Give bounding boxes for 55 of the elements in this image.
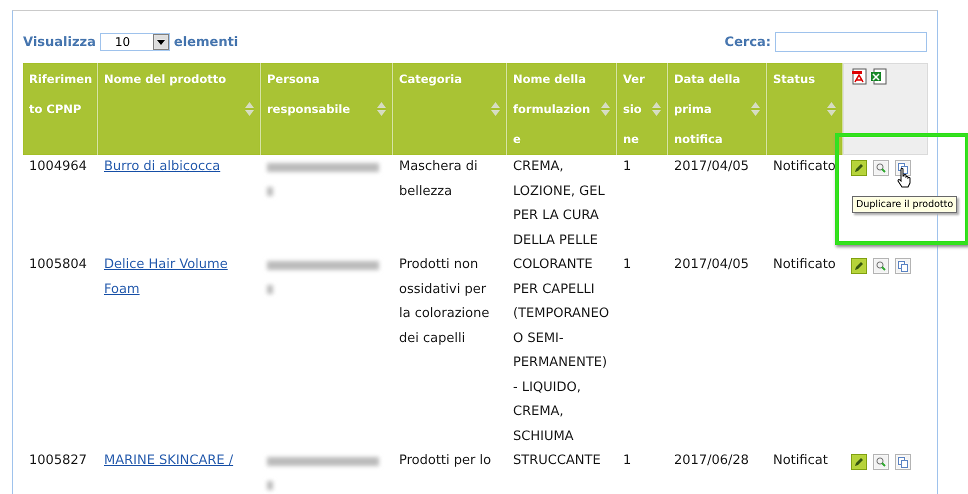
redacted-text bbox=[267, 285, 273, 294]
redacted-text bbox=[267, 481, 273, 490]
copy-icon bbox=[898, 260, 908, 272]
status-cell-text: Notificato bbox=[772, 256, 837, 274]
pencil-icon bbox=[854, 261, 864, 271]
edit-button[interactable] bbox=[851, 258, 867, 274]
magnifier-icon bbox=[876, 457, 886, 467]
column-header[interactable]: Categoria bbox=[393, 63, 507, 155]
product-link[interactable]: Delice Hair Volume Foam bbox=[104, 253, 255, 302]
spreadsheet-icon[interactable] bbox=[871, 68, 887, 85]
view-button[interactable] bbox=[873, 454, 889, 470]
copy-icon bbox=[898, 456, 908, 468]
category-cell-text: Maschera di bellezza bbox=[398, 158, 479, 200]
status-cell-text: Notificat bbox=[772, 452, 829, 470]
entries-label: elementi bbox=[174, 34, 238, 50]
edit-button[interactable] bbox=[851, 160, 867, 176]
magnifier-icon bbox=[876, 261, 886, 271]
product-link[interactable]: Burro di albicocca bbox=[104, 155, 220, 180]
search-field[interactable] bbox=[775, 32, 927, 52]
column-header[interactable]: Data della prima notifica bbox=[668, 63, 767, 155]
pdf-icon[interactable] bbox=[852, 68, 868, 85]
version-cell-text: 1 bbox=[622, 452, 632, 470]
show-label: Visualizza bbox=[23, 34, 96, 50]
hand-cursor-icon bbox=[897, 168, 911, 188]
page-size-select[interactable]: 10 bbox=[100, 33, 170, 51]
search-label: Cerca: bbox=[724, 34, 771, 50]
column-header[interactable]: Riferimento CPNP bbox=[23, 63, 98, 155]
tooltip: Duplicare il prodotto bbox=[852, 196, 958, 213]
redacted-text bbox=[267, 187, 273, 196]
column-header[interactable]: Nome del prodotto bbox=[98, 63, 261, 155]
column-header[interactable]: Versione bbox=[617, 63, 668, 155]
status-cell-text: Notificato bbox=[772, 158, 837, 176]
column-header[interactable]: Persona responsabile bbox=[261, 63, 393, 155]
product-link[interactable]: MARINE SKINCARE / bbox=[104, 449, 234, 474]
view-button[interactable] bbox=[873, 160, 889, 176]
reference-cell-text: 1004964 bbox=[28, 158, 88, 176]
formulation-cell-text: COLORANTE PER CAPELLI (TEMPORANEO O SEMI-PERMANENTE) - LIQUIDO, CREMA, SCHIUMA bbox=[512, 256, 610, 446]
view-button[interactable] bbox=[873, 258, 889, 274]
magnifier-icon bbox=[876, 163, 886, 173]
column-header[interactable]: Status bbox=[767, 63, 843, 155]
date-cell-text: 2017/04/05 bbox=[673, 256, 750, 274]
reference-cell-text: 1005827 bbox=[28, 452, 88, 470]
column-header[interactable]: Nome della formulazione bbox=[507, 63, 617, 155]
pencil-icon bbox=[854, 457, 864, 467]
formulation-cell-text: CREMA, LOZIONE, GEL PER LA CURA DELLA PELLE bbox=[512, 158, 606, 250]
edit-button[interactable] bbox=[851, 454, 867, 470]
date-cell-text: 2017/06/28 bbox=[673, 452, 750, 470]
formulation-cell-text: STRUCCANTE bbox=[512, 452, 602, 470]
pencil-icon bbox=[854, 163, 864, 173]
version-cell-text: 1 bbox=[622, 256, 632, 274]
reference-cell-text: 1005804 bbox=[28, 256, 88, 274]
category-cell-text: Prodotti per lo bbox=[398, 452, 492, 470]
date-cell-text: 2017/04/05 bbox=[673, 158, 750, 176]
version-cell-text: 1 bbox=[622, 158, 632, 176]
category-cell-text: Prodotti non ossidativi per la colorazione dei capelli bbox=[398, 256, 490, 348]
